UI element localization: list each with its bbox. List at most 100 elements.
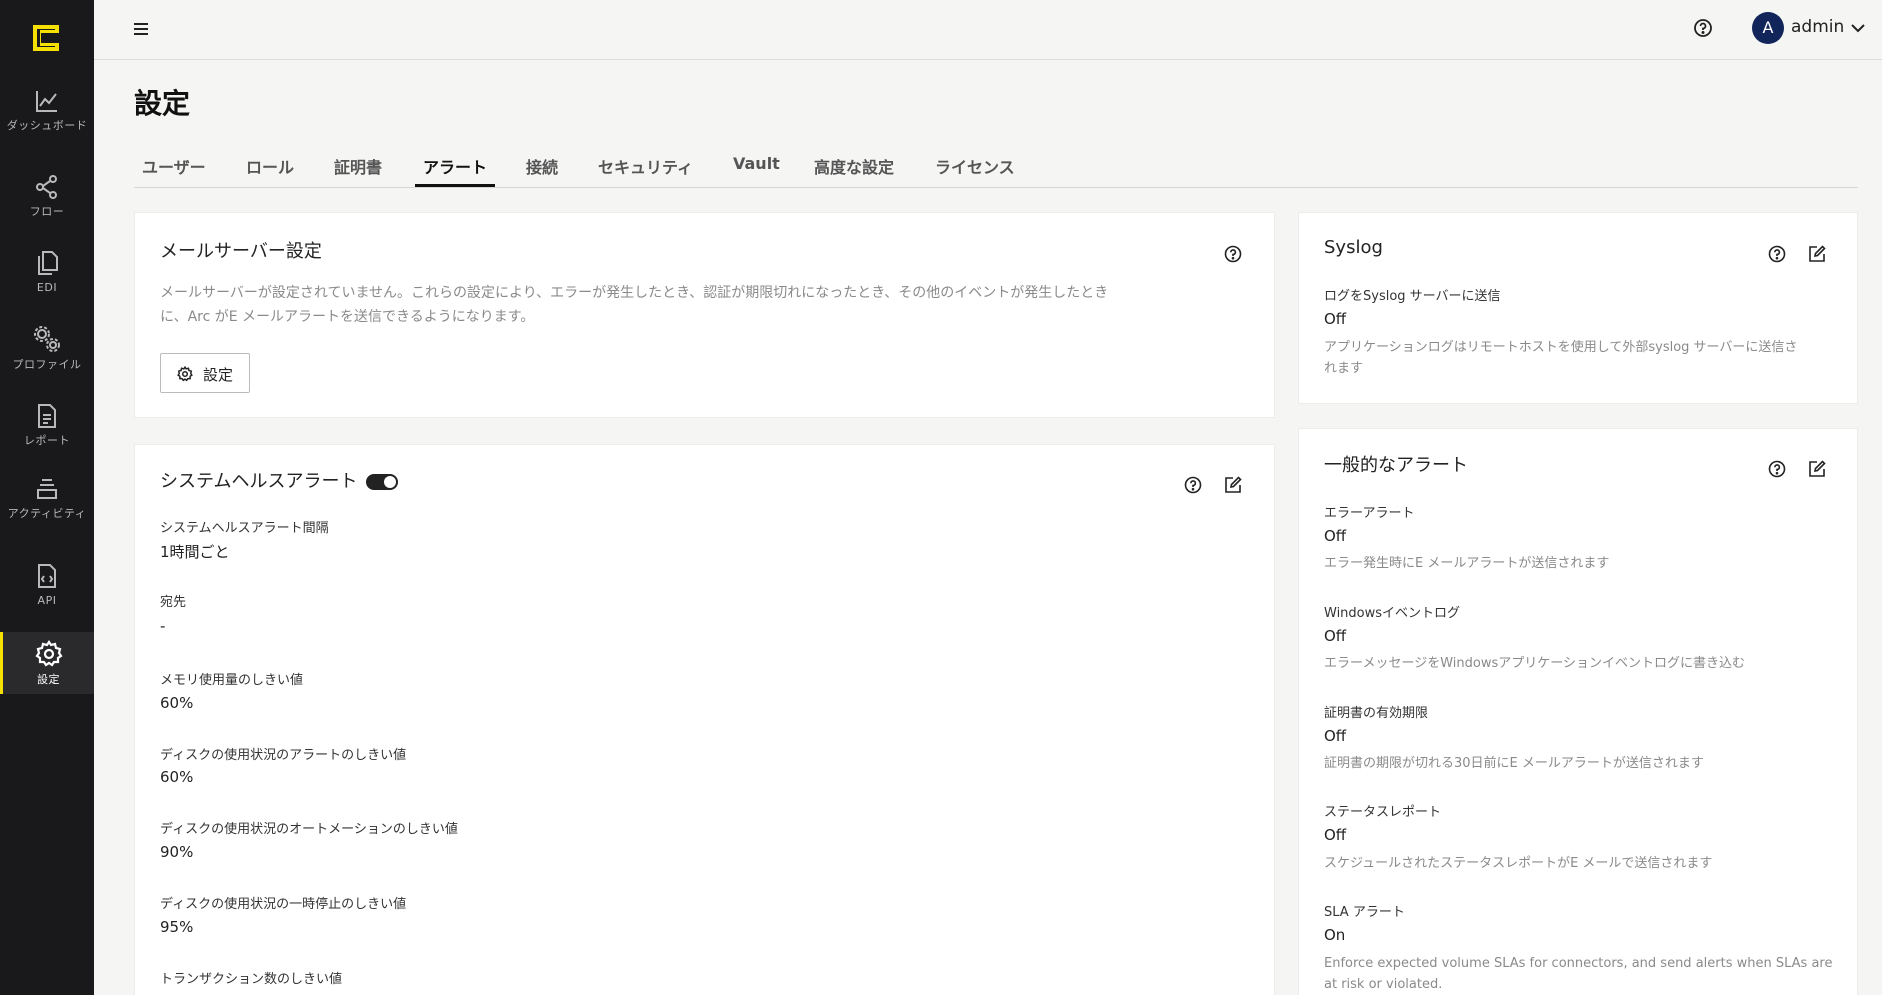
tab-vault[interactable]: Vault [733, 154, 780, 187]
description-line: メールサーバーが設定されていません。これらの設定により、エラーが発生したとき、認… [160, 285, 1109, 301]
field-label: エラーアラート [1324, 506, 1415, 521]
field-hint: Enforce expected volume SLAs for connect… [1324, 953, 1844, 995]
help-icon[interactable] [1183, 475, 1203, 495]
nav-label: フロー [29, 205, 65, 218]
nav-item-settings[interactable]: 設定 [0, 632, 94, 694]
tab-license[interactable]: ライセンス [935, 154, 1015, 187]
hint-line: at risk or violated. [1324, 977, 1443, 992]
field-value: 95% [160, 918, 194, 936]
tab-users[interactable]: ユーザー [142, 154, 206, 187]
documents-icon [38, 251, 58, 275]
help-icon[interactable] [1767, 244, 1787, 264]
nav-label: 設定 [37, 673, 60, 686]
help-icon[interactable] [1692, 17, 1714, 39]
field-label: メモリ使用量のしきい値 [160, 673, 304, 688]
field-value: 60% [160, 768, 194, 786]
nav-label: ダッシュボード [6, 119, 88, 132]
mail-server-card: メールサーバー設定 メールサーバーが設定されていません。これらの設定により、エラ… [134, 212, 1275, 418]
nav-label: レポート [24, 434, 70, 447]
general-alerts-card: 一般的なアラート エラーアラート Off エラー発生時にE メールアラートが送信… [1298, 428, 1858, 995]
avatar[interactable]: A [1752, 12, 1784, 44]
tab-certificates[interactable]: 証明書 [334, 154, 382, 187]
edit-icon[interactable] [1807, 244, 1827, 264]
field-value: - [160, 617, 166, 635]
nav-item-profile[interactable]: プロファイル [0, 325, 94, 370]
tab-connections[interactable]: 接続 [526, 154, 558, 187]
field-value: Off [1324, 310, 1347, 328]
tab-alerts[interactable]: アラート [415, 154, 496, 187]
field-label: 宛先 [160, 595, 187, 610]
field-label: トランザクション数のしきい値 [160, 972, 343, 987]
sidebar: ダッシュボード フロー EDI プロファイル レポート アクティビティ API … [0, 0, 94, 995]
nav-item-flow[interactable]: フロー [0, 174, 94, 217]
report-icon [38, 404, 56, 428]
app-logo-icon[interactable] [31, 23, 61, 53]
field-label: ディスクの使用状況のアラートのしきい値 [160, 748, 407, 763]
hint-line: れます [1324, 361, 1364, 376]
help-icon[interactable] [1767, 459, 1787, 479]
field-label: ディスクの使用状況のオートメーションのしきい値 [160, 822, 458, 837]
field-value: Off [1324, 727, 1347, 745]
nav-label: アクティビティ [7, 507, 87, 520]
nav-label: API [37, 594, 57, 607]
field-label: ディスクの使用状況の一時停止のしきい値 [160, 897, 407, 912]
tab-advanced[interactable]: 高度な設定 [814, 154, 894, 187]
gear-icon [177, 366, 193, 382]
syslog-card: Syslog ログをSyslog サーバーに送信 Off アプリケーションログは… [1298, 212, 1858, 404]
tab-roles[interactable]: ロール [246, 154, 294, 187]
field-value: Off [1324, 627, 1347, 645]
configure-mail-button[interactable]: 設定 [160, 353, 250, 393]
card-title: 一般的なアラート [1324, 455, 1468, 476]
field-value: On [1324, 926, 1346, 944]
field-value: 60% [160, 694, 194, 712]
layers-icon [37, 479, 57, 499]
share-nodes-icon [36, 175, 57, 199]
field-value: Off [1324, 527, 1347, 545]
nav-item-activity[interactable]: アクティビティ [0, 476, 94, 519]
nav-item-dashboard[interactable]: ダッシュボード [0, 88, 94, 131]
nav-item-api[interactable]: API [0, 563, 94, 606]
card-title: Syslog [1324, 237, 1383, 258]
settings-tabs: ユーザー ロール 証明書 アラート 接続 セキュリティ Vault 高度な設定 … [134, 150, 1858, 188]
nav-item-report[interactable]: レポート [0, 403, 94, 446]
field-hint: 証明書の期限が切れる30日前にE メールアラートが送信されます [1324, 756, 1704, 771]
nav-label: EDI [36, 281, 58, 294]
top-bar: A admin [94, 0, 1882, 60]
field-hint: アプリケーションログはリモートホストを使用して外部syslog サーバーに送信さ… [1324, 337, 1844, 379]
field-value: Off [1324, 826, 1347, 844]
hint-line: アプリケーションログはリモートホストを使用して外部syslog サーバーに送信さ [1324, 340, 1798, 355]
field-label: 証明書の有効期限 [1324, 706, 1429, 721]
edit-icon[interactable] [1223, 475, 1243, 495]
card-title: システムヘルスアラート [160, 471, 358, 492]
field-value: 1時間ごと [160, 543, 230, 561]
page-title: 設定 [134, 87, 191, 120]
card-title: メールサーバー設定 [160, 241, 322, 262]
hint-line: Enforce expected volume SLAs for connect… [1324, 956, 1833, 971]
gears-icon [34, 326, 60, 352]
description-line: に、Arc がE メールアラートを送信できるようになります。 [160, 309, 535, 325]
help-icon[interactable] [1223, 244, 1243, 264]
hamburger-menu-icon[interactable] [130, 18, 152, 40]
chart-line-icon [36, 91, 57, 112]
mail-server-description: メールサーバーが設定されていません。これらの設定により、エラーが発生したとき、認… [160, 281, 1260, 329]
nav-label: プロファイル [12, 358, 82, 371]
chevron-down-icon[interactable] [1849, 19, 1867, 37]
field-hint: スケジュールされたステータスレポートがE メールで送信されます [1324, 856, 1713, 871]
field-label: ステータスレポート [1324, 805, 1442, 820]
tab-security[interactable]: セキュリティ [598, 154, 693, 187]
field-label: SLA アラート [1324, 905, 1405, 920]
field-hint: エラー発生時にE メールアラートが送信されます [1324, 556, 1610, 571]
edit-icon[interactable] [1807, 459, 1827, 479]
field-label: Windowsイベントログ [1324, 606, 1461, 621]
field-label: システムヘルスアラート間隔 [160, 521, 329, 536]
system-health-toggle[interactable] [366, 474, 398, 490]
field-value: 90% [160, 843, 194, 861]
api-file-icon [38, 564, 56, 588]
username[interactable]: admin [1791, 17, 1844, 37]
field-hint: エラーメッセージをWindowsアプリケーションイベントログに書き込む [1324, 656, 1745, 671]
gear-icon [34, 640, 63, 667]
field-label: ログをSyslog サーバーに送信 [1324, 289, 1501, 304]
button-label: 設定 [203, 366, 234, 384]
system-health-card: システムヘルスアラート システムヘルスアラート間隔 1時間ごと 宛先 - メモリ… [134, 444, 1275, 995]
nav-item-edi[interactable]: EDI [0, 250, 94, 293]
